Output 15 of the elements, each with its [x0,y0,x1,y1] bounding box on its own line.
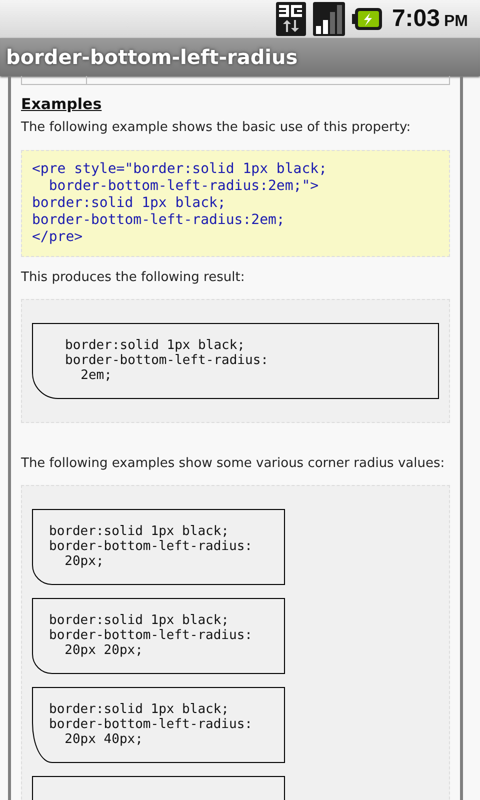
signal-icon [312,2,345,36]
clock-meridiem: PM [444,13,468,31]
page-title: border-bottom-left-radius [6,45,298,69]
paragraph: This produces the following result: [21,269,246,287]
section-heading: Examples [21,95,103,113]
clock-time: 7:03 [392,5,440,33]
result-box: border:solid 1px black; border-bottom-left-radius: 20px 20px; [32,598,285,674]
paragraph: The following example shows the basic use of this property: [21,119,412,137]
code-block: <pre style="border:solid 1px black; border-bottom-left-radius:2em;"> border:solid 1px black; border-bottom-left-radius:2em; </pre> [21,150,450,257]
paragraph: The following examples show some various corner radius values: [21,455,446,473]
result-box: border:solid 1px black; border-bottom-left-radius: 2em; [32,323,439,399]
result-box: border:solid 1px black; border-bottom-left-radius: 20px 40px; [32,687,285,763]
result-box: border:solid 1px black; border-bottom-left-radius: 20px; [32,509,285,585]
network-3g-icon [276,2,306,36]
battery-charging-icon [352,8,382,30]
